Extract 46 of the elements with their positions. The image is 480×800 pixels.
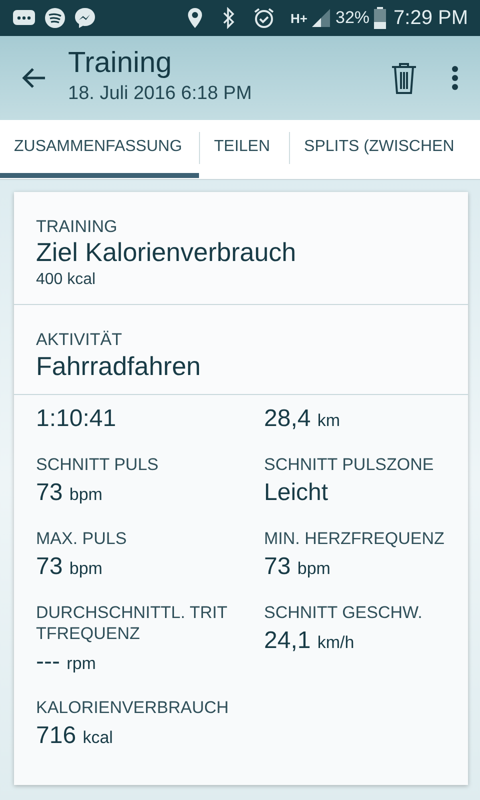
stat-label: MAX. PULS <box>36 528 128 549</box>
clock: 7:29 PM <box>394 6 468 31</box>
stat-label: SCHNITT GESCHW. <box>264 602 424 624</box>
stat-number: 73 <box>264 552 291 580</box>
section-value: Ziel Kalorienverbrauch <box>36 237 298 268</box>
stat-unit: bpm <box>297 558 330 578</box>
stat-number: 716 <box>36 722 76 750</box>
tab[interactable]: ZUSAMMENFASSUNG <box>0 120 200 178</box>
stat-number: 73 <box>36 478 63 506</box>
section-label: AKTIVITÄT <box>36 329 123 351</box>
stat-label: KALORIENVERBRAUCH <box>36 697 230 718</box>
screen-subtitle: 18. Juli 2016 6:18 PM <box>68 82 253 106</box>
stat-unit: kcal <box>82 728 113 748</box>
stat-label: SCHNITT PULSZONE <box>264 454 435 475</box>
chat-icon <box>12 8 36 28</box>
stat-label: SCHNITT PULS <box>36 454 160 475</box>
trash-icon <box>391 62 417 94</box>
stat-unit: km <box>317 410 340 430</box>
section-value: Fahrradfahren <box>36 350 202 382</box>
stat-number: 1:10:41 <box>36 404 116 432</box>
section-label: TRAINING <box>36 216 118 238</box>
tab[interactable]: TEILEN <box>200 120 290 178</box>
location-icon <box>186 7 202 29</box>
stat-label: DURCHSCHNITTL. TRITTFREQUENZ <box>36 602 228 644</box>
signal-icon <box>311 8 332 28</box>
more-icon <box>451 65 459 91</box>
battery-icon <box>374 7 386 29</box>
stat-number: 73 <box>36 552 63 580</box>
section-detail: 400 kcal <box>36 270 97 290</box>
stat-number: Leicht <box>264 478 328 506</box>
stat-number: 24,1 <box>264 627 311 654</box>
network-label: H+ <box>290 12 308 24</box>
stat-unit: bpm <box>69 558 102 578</box>
stat-number: 28,4 <box>264 404 311 432</box>
stat-number: --- <box>36 648 60 676</box>
tab[interactable]: SPLITS (ZWISCHEN <box>290 120 474 178</box>
back-arrow-icon <box>21 66 47 90</box>
stat-unit: bpm <box>69 484 102 504</box>
battery-level: 32% <box>335 7 370 30</box>
screen-title: Training <box>68 48 173 80</box>
alarm-icon <box>252 7 274 29</box>
messenger-icon <box>74 7 96 29</box>
stat-unit: km/h <box>317 633 354 652</box>
stat-unit: rpm <box>66 654 96 674</box>
music-app-icon <box>44 7 66 29</box>
stat-label: MIN. HERZFREQUENZ <box>264 528 446 549</box>
